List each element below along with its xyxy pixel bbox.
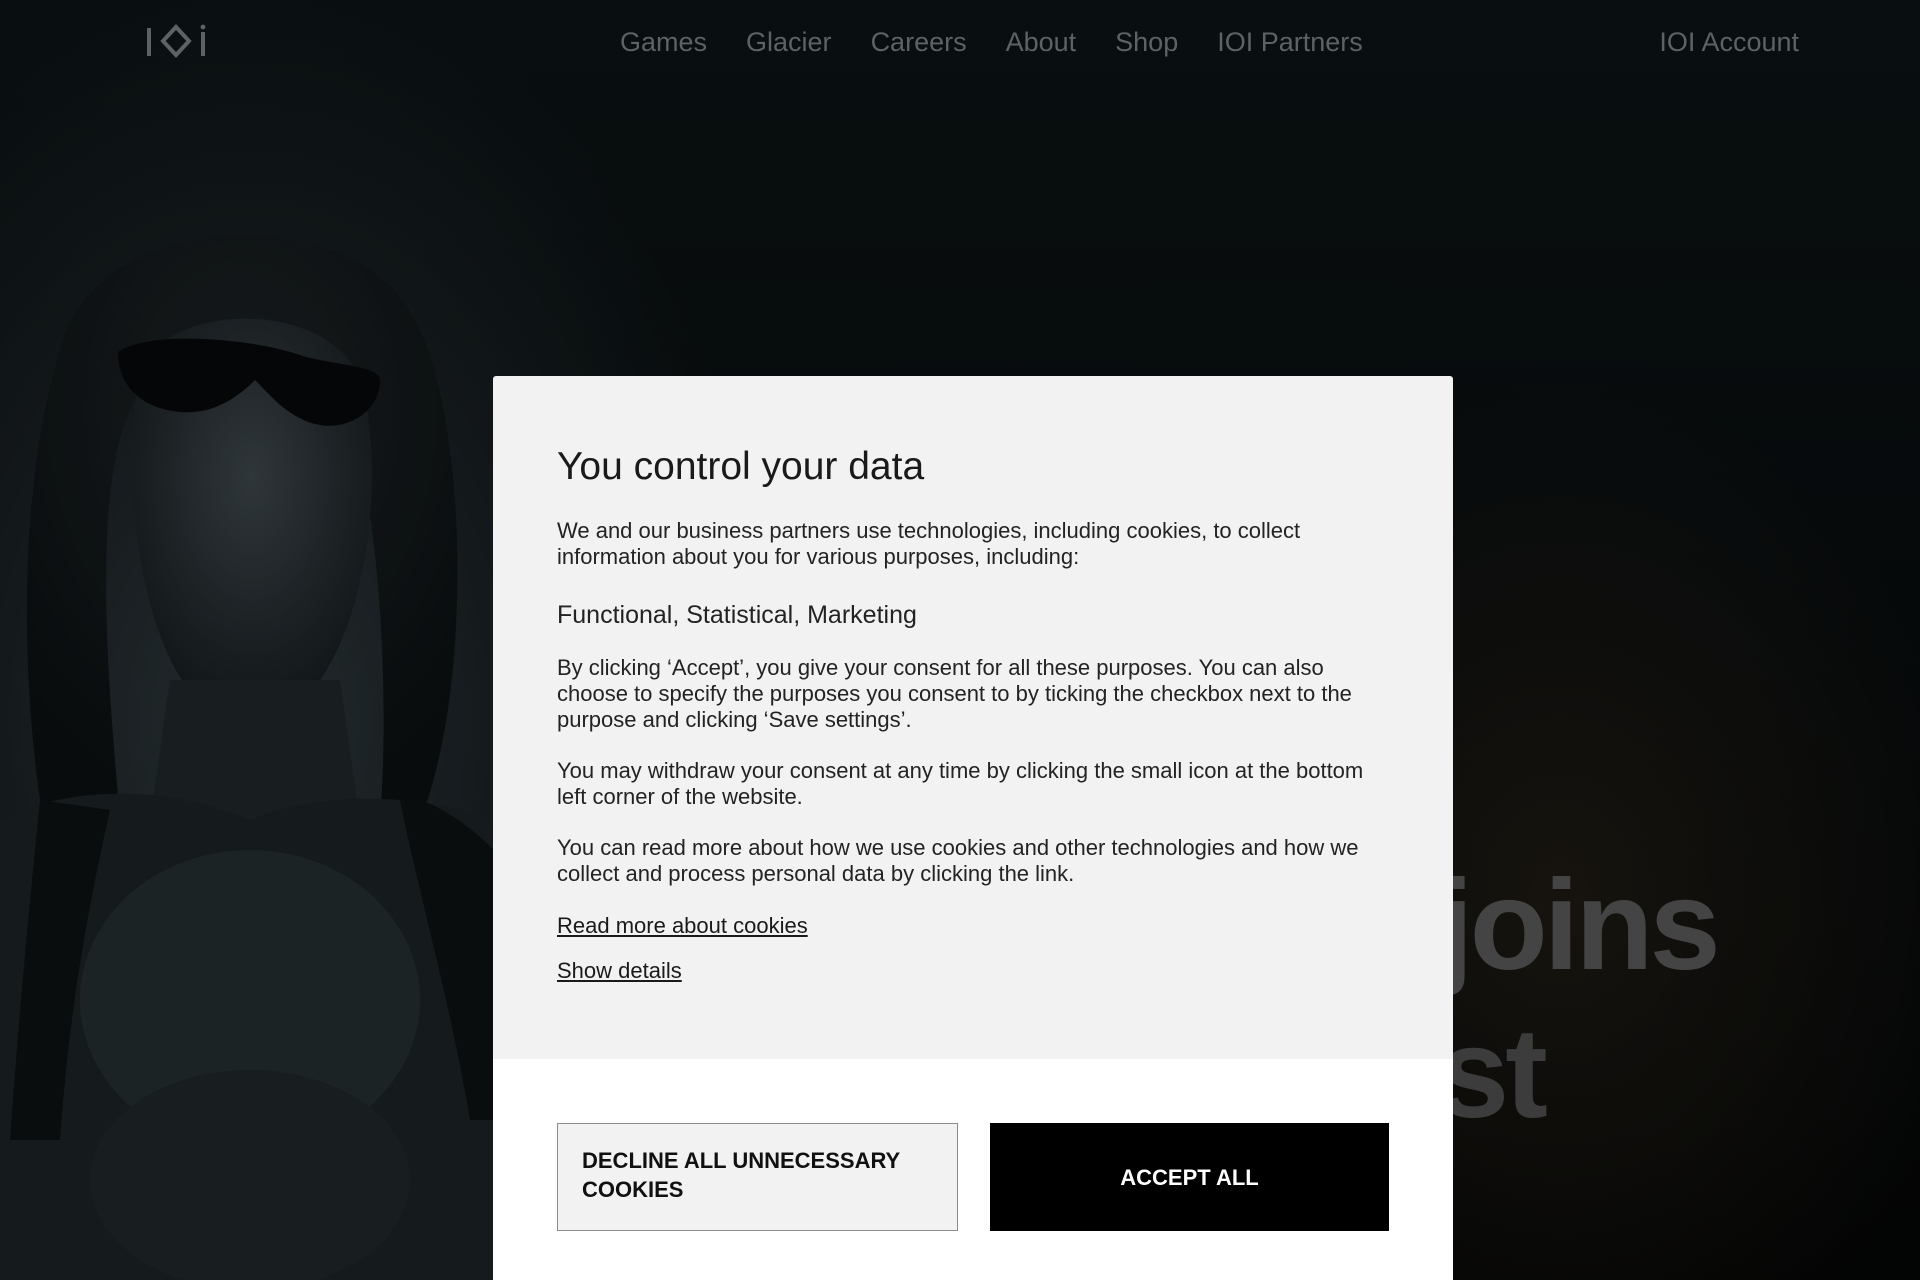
cookie-modal-footer: DECLINE ALL UNNECESSARY COOKIES ACCEPT A… <box>493 1059 1453 1280</box>
cookie-consent-modal: You control your data We and our busines… <box>493 376 1453 1280</box>
cookie-modal-title: You control your data <box>557 445 925 488</box>
decline-cookies-button[interactable]: DECLINE ALL UNNECESSARY COOKIES <box>557 1123 958 1231</box>
accept-all-label: ACCEPT ALL <box>1120 1164 1259 1190</box>
page: joins st Games Glacier Careers About Sho… <box>0 0 1920 1280</box>
nav-link-glacier[interactable]: Glacier <box>746 22 832 62</box>
accept-all-button[interactable]: ACCEPT ALL <box>990 1123 1389 1231</box>
nav-link-games[interactable]: Games <box>620 22 707 62</box>
cookie-intro-text: We and our business partners use technol… <box>557 518 1301 569</box>
cookie-read-more-text: You can read more about how we use cooki… <box>557 835 1359 886</box>
top-navigation: Games Glacier Careers About Shop IOI Par… <box>0 0 1920 84</box>
nav-link-careers[interactable]: Careers <box>871 22 967 62</box>
nav-link-about[interactable]: About <box>1006 22 1077 62</box>
account-link[interactable]: IOI Account <box>1659 22 1799 62</box>
cookie-purposes-text: Functional, Statistical, Marketing <box>557 601 917 629</box>
main-nav: Games Glacier Careers About Shop IOI Par… <box>620 22 1363 62</box>
cookie-modal-body: You control your data We and our busines… <box>557 442 1389 985</box>
ioi-logo-icon[interactable] <box>145 22 207 60</box>
cookie-consent-text: By clicking ‘Accept’, you give your cons… <box>557 655 1352 732</box>
read-more-cookies-link[interactable]: Read more about cookies <box>557 912 808 940</box>
nav-link-shop[interactable]: Shop <box>1115 22 1178 62</box>
cookie-withdraw-text: You may withdraw your consent at any tim… <box>557 758 1364 809</box>
show-details-link[interactable]: Show details <box>557 957 682 985</box>
nav-link-ioi-partners[interactable]: IOI Partners <box>1217 22 1363 62</box>
